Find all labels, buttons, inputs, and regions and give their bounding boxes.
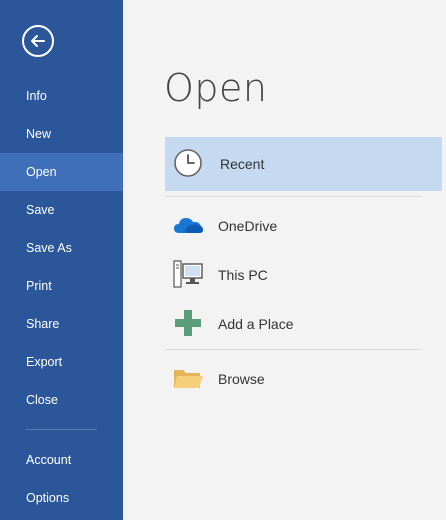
nav-item-open[interactable]: Open: [0, 153, 123, 191]
separator: [165, 349, 422, 350]
nav-item-share[interactable]: Share: [0, 305, 123, 343]
location-this-pc[interactable]: This PC: [165, 248, 442, 302]
nav-item-info[interactable]: Info: [0, 77, 123, 115]
location-label: Add a Place: [218, 316, 294, 332]
location-label: Recent: [220, 156, 265, 172]
plus-icon: [175, 310, 201, 336]
separator: [165, 196, 422, 197]
location-add-a-place[interactable]: Add a Place: [165, 297, 442, 351]
location-onedrive[interactable]: OneDrive: [165, 199, 442, 253]
nav-item-save[interactable]: Save: [0, 191, 123, 229]
nav-item-new[interactable]: New: [0, 115, 123, 153]
nav-item-options[interactable]: Options: [0, 479, 123, 517]
folder-icon: [174, 370, 203, 388]
nav-item-account[interactable]: Account: [0, 441, 123, 479]
location-label: OneDrive: [218, 218, 278, 234]
cloud-icon: [174, 218, 203, 233]
nav-item-close[interactable]: Close: [0, 381, 123, 419]
nav-item-save-as[interactable]: Save As: [0, 229, 123, 267]
open-pane: Open Recent OneDrive This PC Add a Place…: [123, 0, 446, 520]
back-arrow-icon: [31, 35, 45, 47]
clock-icon: [174, 149, 202, 177]
location-label: This PC: [218, 267, 268, 283]
nav-divider: [26, 429, 97, 430]
page-title: Open: [164, 66, 268, 110]
backstage-sidebar: Info New Open Save Save As Print Share E…: [0, 0, 123, 520]
location-recent[interactable]: Recent: [165, 137, 442, 191]
location-label: Browse: [218, 371, 265, 387]
nav-item-print[interactable]: Print: [0, 267, 123, 305]
location-browse[interactable]: Browse: [165, 352, 442, 406]
computer-icon: [173, 260, 203, 288]
back-button[interactable]: [22, 25, 54, 57]
nav-item-export[interactable]: Export: [0, 343, 123, 381]
